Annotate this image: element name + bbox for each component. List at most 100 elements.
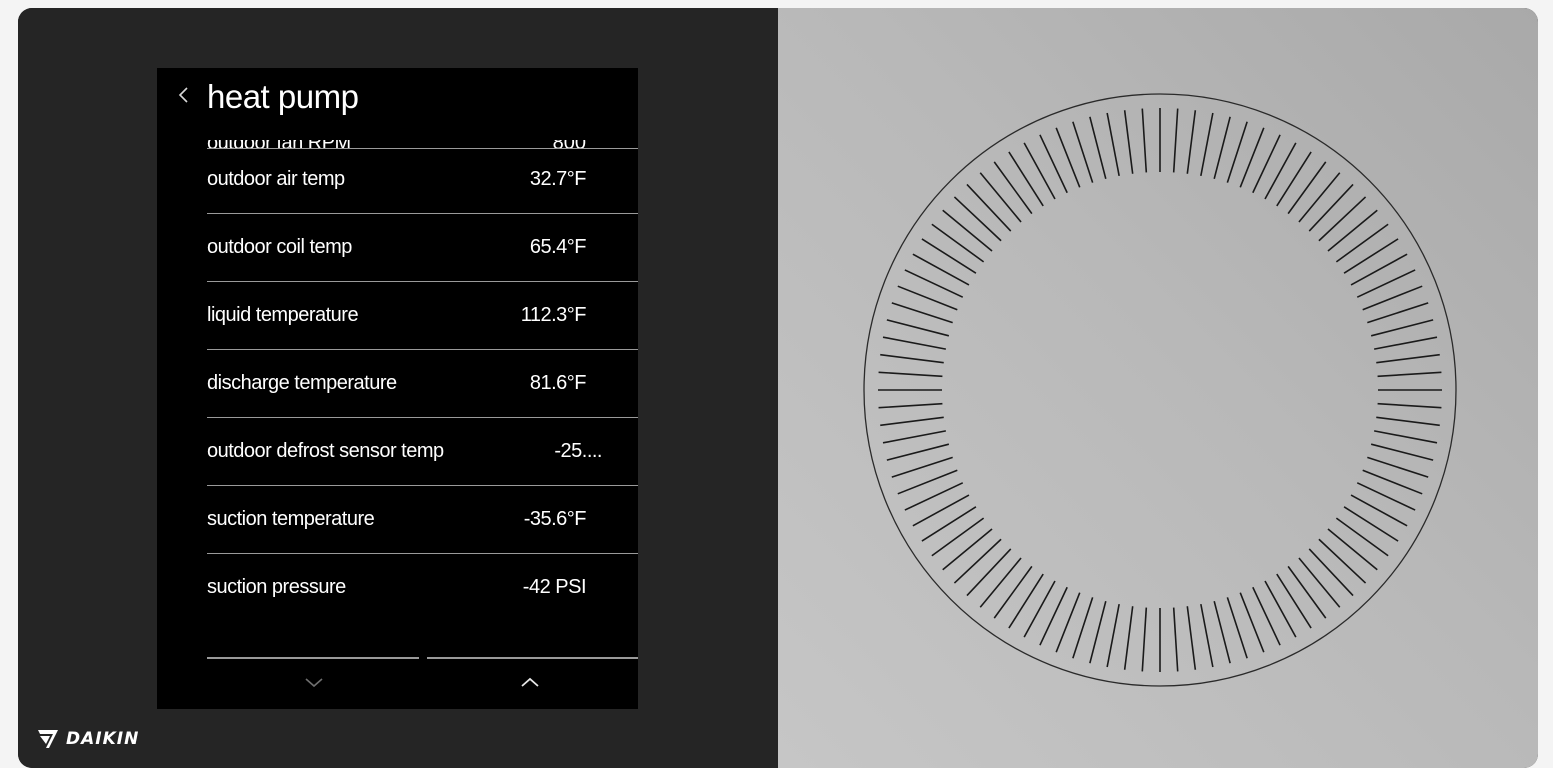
dial-tick bbox=[1089, 116, 1107, 180]
dial-tick bbox=[993, 565, 1033, 619]
list-item[interactable]: suction temperature -35.6°F bbox=[207, 486, 638, 554]
dial-tick bbox=[1186, 110, 1197, 174]
dial-tick bbox=[1023, 580, 1056, 638]
dial-tick bbox=[1123, 110, 1134, 174]
dial-ticks bbox=[878, 108, 1442, 672]
dial-tick bbox=[979, 557, 1022, 608]
list-item-value: 32.7°F bbox=[529, 168, 587, 190]
dial-tick bbox=[1376, 353, 1440, 364]
dial-tick bbox=[1172, 607, 1179, 672]
dial-tick bbox=[1141, 607, 1148, 672]
dial-tick bbox=[1308, 183, 1354, 232]
divider bbox=[427, 657, 638, 659]
list-item-label: outdoor defrost sensor temp bbox=[207, 440, 444, 462]
dial-tick bbox=[1287, 161, 1327, 215]
list-item-label: outdoor air temp bbox=[207, 168, 345, 190]
dial-tick bbox=[1377, 402, 1442, 409]
dial-tick bbox=[1213, 600, 1231, 664]
dial-panel bbox=[778, 8, 1538, 768]
chevron-up-icon[interactable] bbox=[515, 667, 545, 697]
dial-tick bbox=[1343, 238, 1399, 274]
list-item[interactable]: outdoor defrost sensor temp -25.... bbox=[207, 418, 638, 486]
dial-tick bbox=[1008, 151, 1044, 207]
dial-tick bbox=[1172, 108, 1179, 173]
dial-tick bbox=[1376, 416, 1440, 427]
dial-tick bbox=[886, 319, 950, 337]
list-item-label: suction pressure bbox=[207, 576, 346, 598]
dial-tick bbox=[1335, 223, 1389, 263]
dial-tick bbox=[912, 494, 970, 527]
dial-tick bbox=[1200, 603, 1214, 668]
page-title: heat pump bbox=[207, 78, 359, 115]
list-item-value: -35.6°F bbox=[523, 508, 587, 530]
dial-tick bbox=[1327, 209, 1378, 252]
dial-tick bbox=[882, 336, 947, 350]
dial-tick bbox=[1373, 430, 1438, 444]
dial-tick bbox=[1186, 606, 1197, 670]
dial-tick bbox=[880, 353, 944, 364]
dial-tick bbox=[942, 209, 993, 252]
list-item-label: outdoor coil temp bbox=[207, 236, 352, 258]
dial-tick bbox=[1367, 456, 1429, 478]
list-item-value: 65.4°F bbox=[529, 236, 587, 258]
brand-logo: DAIKIN bbox=[38, 726, 139, 752]
dial-tick bbox=[942, 528, 993, 571]
dial-tick bbox=[1072, 121, 1094, 183]
dial-tick bbox=[1318, 538, 1367, 584]
dial-tick bbox=[979, 172, 1022, 223]
dial-tick bbox=[1276, 573, 1312, 629]
dial-tick bbox=[1308, 548, 1354, 597]
dial-tick bbox=[953, 196, 1002, 242]
dial-tick bbox=[1264, 142, 1297, 200]
list-item[interactable]: liquid temperature 112.3°F bbox=[207, 282, 638, 350]
dial-tick bbox=[1226, 121, 1248, 183]
dial-tick bbox=[1373, 336, 1438, 350]
dial-tick bbox=[1106, 603, 1120, 668]
screen-header: heat pump bbox=[157, 68, 638, 140]
dial-tick bbox=[1072, 597, 1094, 659]
list-item-value: -25.... bbox=[554, 440, 602, 462]
dial-tick bbox=[1298, 557, 1341, 608]
dial-tick bbox=[1276, 151, 1312, 207]
sensor-list[interactable]: outdoor air temp 32.7°F outdoor coil tem… bbox=[207, 146, 638, 621]
dial-tick bbox=[1318, 196, 1367, 242]
dial-tick bbox=[1200, 112, 1214, 177]
dial-tick bbox=[1298, 172, 1341, 223]
dial-tick bbox=[891, 302, 953, 324]
left-panel: heat pump outdoor fan RPM 800 outdoor ai… bbox=[18, 8, 778, 768]
dial-tick bbox=[1213, 116, 1231, 180]
chevron-down-icon[interactable] bbox=[299, 667, 329, 697]
list-item[interactable]: outdoor air temp 32.7°F bbox=[207, 146, 638, 214]
scroll-nav bbox=[207, 657, 638, 709]
dial-tick bbox=[886, 443, 950, 461]
dial-tick bbox=[1370, 443, 1434, 461]
chevron-left-icon[interactable] bbox=[173, 80, 193, 110]
dial-tick bbox=[1023, 142, 1056, 200]
dial-tick bbox=[931, 223, 985, 263]
dial-tick bbox=[921, 238, 977, 274]
list-item-label: liquid temperature bbox=[207, 304, 359, 326]
list-item-value: 112.3°F bbox=[520, 304, 587, 326]
list-item[interactable]: discharge temperature 81.6°F bbox=[207, 350, 638, 418]
list-item[interactable]: suction pressure -42 PSI bbox=[207, 554, 638, 621]
dial-tick bbox=[921, 506, 977, 542]
dial-tick bbox=[1367, 302, 1429, 324]
dial-tick bbox=[1008, 573, 1044, 629]
dial-tick bbox=[1327, 528, 1378, 571]
dial-tick bbox=[880, 416, 944, 427]
list-item[interactable]: outdoor coil temp 65.4°F bbox=[207, 214, 638, 282]
daikin-logo-icon bbox=[38, 730, 58, 748]
dial-tick bbox=[1226, 597, 1248, 659]
dial-tick bbox=[1370, 319, 1434, 337]
dial-outer-ring bbox=[863, 93, 1457, 687]
dial-tick bbox=[1141, 108, 1148, 173]
dial-tick bbox=[1350, 253, 1408, 286]
list-item-label: suction temperature bbox=[207, 508, 375, 530]
temperature-dial[interactable] bbox=[862, 92, 1458, 688]
brand-name: DAIKIN bbox=[66, 729, 140, 749]
dial-tick bbox=[1264, 580, 1297, 638]
dial-tick bbox=[1335, 517, 1389, 557]
dial-tick bbox=[966, 183, 1012, 232]
dial-tick bbox=[1287, 565, 1327, 619]
dial-tick bbox=[1106, 112, 1120, 177]
